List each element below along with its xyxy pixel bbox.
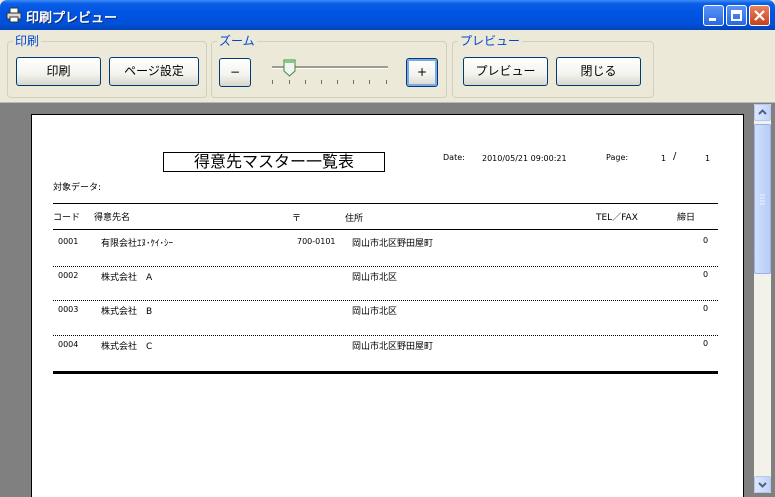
slider-tick bbox=[369, 80, 370, 84]
row-closing: 0 bbox=[703, 304, 709, 313]
scroll-up-button[interactable] bbox=[754, 104, 771, 121]
report-title: 得意先マスター一覧表 bbox=[163, 152, 385, 172]
minimize-icon bbox=[709, 18, 716, 21]
row-divider bbox=[53, 300, 718, 301]
close-button[interactable]: 閉じる bbox=[556, 57, 641, 86]
row-address: 岡山市北区野田屋町 bbox=[352, 239, 434, 249]
header-top-rule bbox=[53, 203, 718, 204]
grip-icon bbox=[760, 194, 765, 205]
close-window-button[interactable] bbox=[749, 5, 770, 26]
column-tel: TEL／FAX bbox=[596, 213, 638, 223]
print-group-title: 印刷 bbox=[13, 33, 42, 49]
target-data-label: 対象データ: bbox=[53, 183, 102, 193]
maximize-button[interactable] bbox=[726, 5, 747, 26]
row-name: 有限会社ｴﾇ･ｹｲ･ｼｰ bbox=[101, 239, 174, 249]
row-code: 0001 bbox=[58, 237, 79, 246]
printer-icon bbox=[6, 7, 22, 23]
print-button[interactable]: 印刷 bbox=[16, 57, 101, 86]
row-name: 株式会社 B bbox=[101, 307, 153, 317]
zoom-slider-thumb[interactable] bbox=[283, 59, 296, 77]
chevron-up-icon bbox=[758, 109, 767, 115]
scroll-down-button[interactable] bbox=[754, 476, 771, 493]
row-divider bbox=[53, 335, 718, 336]
scroll-thumb[interactable] bbox=[754, 124, 771, 274]
slider-tick bbox=[305, 80, 306, 84]
row-name: 株式会社 A bbox=[101, 273, 153, 283]
column-zip: 〒 bbox=[292, 214, 302, 224]
window-title: 印刷プレビュー bbox=[26, 11, 118, 26]
row-closing: 0 bbox=[703, 339, 709, 348]
page-label: Page: bbox=[606, 153, 629, 162]
column-name: 得意先名 bbox=[94, 213, 131, 223]
report-page: 得意先マスター一覧表 Date: 2010/05/21 09:00:21 Pag… bbox=[31, 114, 744, 497]
row-address: 岡山市北区野田屋町 bbox=[352, 342, 434, 352]
header-bottom-rule bbox=[53, 229, 718, 230]
vertical-scrollbar[interactable] bbox=[754, 104, 771, 493]
page-current: 1 bbox=[661, 154, 667, 163]
date-label: Date: bbox=[443, 153, 465, 162]
page-total: 1 bbox=[705, 154, 711, 163]
preview-group-title: プレビュー bbox=[458, 33, 523, 49]
column-closing: 締日 bbox=[677, 213, 696, 223]
zoom-out-button[interactable]: − bbox=[219, 58, 251, 87]
slider-tick bbox=[272, 80, 273, 84]
row-code: 0002 bbox=[58, 271, 79, 280]
title-bar[interactable]: 印刷プレビュー bbox=[0, 0, 775, 30]
slider-tick bbox=[289, 80, 290, 84]
row-closing: 0 bbox=[703, 236, 709, 245]
row-zip: 700-0101 bbox=[297, 237, 336, 246]
row-closing: 0 bbox=[703, 270, 709, 279]
slider-tick bbox=[386, 80, 387, 84]
slider-tick bbox=[353, 80, 354, 84]
date-value: 2010/05/21 09:00:21 bbox=[482, 154, 567, 163]
zoom-in-button[interactable]: + bbox=[406, 58, 438, 87]
page-setup-button[interactable]: ページ設定 bbox=[109, 57, 199, 86]
column-code: コード bbox=[53, 213, 81, 223]
preview-button[interactable]: プレビュー bbox=[463, 57, 548, 86]
row-address: 岡山市北区 bbox=[352, 307, 398, 317]
slider-tick bbox=[337, 80, 338, 84]
print-preview-window: 印刷プレビュー 印刷 印刷 ページ設定 ズーム − + プレビュー プレビュー … bbox=[0, 0, 775, 497]
report-end-rule bbox=[53, 371, 718, 374]
maximize-icon bbox=[731, 10, 742, 21]
row-code: 0004 bbox=[58, 340, 79, 349]
close-icon bbox=[754, 10, 765, 21]
row-divider bbox=[53, 266, 718, 267]
row-name: 株式会社 C bbox=[101, 342, 153, 352]
row-address: 岡山市北区 bbox=[352, 273, 398, 283]
slider-tick bbox=[321, 80, 322, 84]
minimize-button[interactable] bbox=[703, 5, 724, 26]
toolbar: 印刷 印刷 ページ設定 ズーム − + プレビュー プレビュー 閉じる bbox=[0, 30, 775, 102]
chevron-down-icon bbox=[758, 482, 767, 488]
zoom-group-title: ズーム bbox=[217, 33, 257, 49]
column-address: 住所 bbox=[345, 214, 364, 224]
row-code: 0003 bbox=[58, 305, 79, 314]
page-separator: / bbox=[673, 151, 677, 162]
